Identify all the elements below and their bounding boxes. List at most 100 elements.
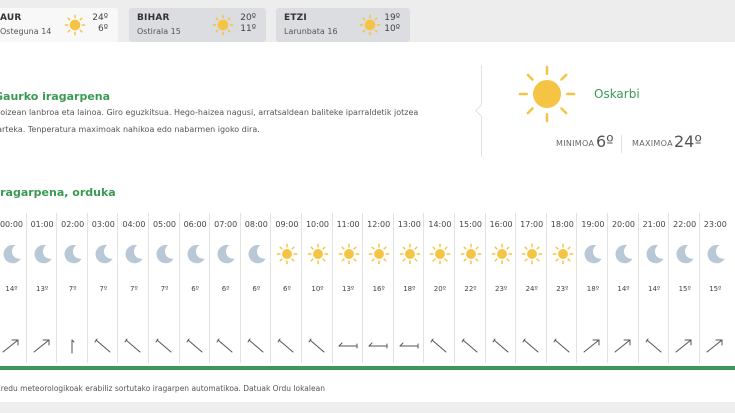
moon-icon bbox=[154, 243, 176, 267]
hour-column: 14:00 20º bbox=[423, 213, 454, 363]
hour-time: 04:00 bbox=[122, 220, 146, 229]
wind-arrow-icon bbox=[367, 338, 389, 354]
wind-arrow-icon bbox=[306, 338, 328, 354]
wind-arrow-icon bbox=[520, 338, 542, 354]
hour-column: 21:00 14º bbox=[637, 213, 669, 363]
wind-arrow-icon bbox=[612, 338, 634, 354]
wind-arrow-icon bbox=[398, 338, 420, 354]
hour-time: 14:00 bbox=[428, 220, 452, 229]
day-tab-min: 11º bbox=[240, 24, 256, 34]
hour-temp: 7º bbox=[68, 285, 77, 293]
moon-icon bbox=[62, 243, 84, 267]
moon-icon bbox=[123, 243, 145, 267]
day-tab-date: Osteguna 14 bbox=[0, 27, 52, 36]
day-tab-name: BIHAR bbox=[137, 13, 170, 23]
sun-icon bbox=[359, 14, 381, 36]
hour-column: 23:00 15º bbox=[698, 213, 730, 363]
hour-temp: 6º bbox=[283, 285, 291, 293]
hour-temp: 14º bbox=[5, 285, 18, 293]
hour-column: 02:00 7º bbox=[56, 213, 87, 363]
day-tab-max: 20º bbox=[240, 13, 256, 23]
hour-temp: 10º bbox=[311, 285, 324, 293]
divider-line bbox=[0, 366, 735, 370]
hour-time: 07:00 bbox=[214, 220, 238, 229]
hour-temp: 23º bbox=[556, 285, 569, 293]
day-tab-name: AUR bbox=[0, 13, 22, 23]
hour-temp: 18º bbox=[403, 285, 416, 293]
divider-caret bbox=[475, 104, 488, 117]
hour-column: 10:00 10º bbox=[301, 213, 332, 363]
wind-arrow-icon bbox=[153, 338, 175, 354]
hour-temp: 6º bbox=[191, 285, 199, 293]
hour-temp: 24º bbox=[525, 285, 538, 293]
wind-arrow-icon bbox=[459, 338, 481, 354]
hour-column: 06:00 6º bbox=[178, 213, 210, 363]
hour-temp: 6º bbox=[252, 285, 261, 293]
hour-temp: 23º bbox=[494, 285, 508, 293]
hour-time: 03:00 bbox=[91, 220, 115, 229]
hour-temp: 22º bbox=[464, 285, 477, 293]
hour-temp: 18º bbox=[586, 285, 599, 293]
moon-icon bbox=[705, 243, 727, 267]
wind-arrow-icon bbox=[490, 338, 512, 354]
hour-column: 03:00 7º bbox=[86, 213, 118, 363]
hour-time: 10:00 bbox=[305, 220, 330, 229]
forecast-title: Gaurko iragarpena bbox=[0, 90, 111, 103]
sun-icon bbox=[518, 65, 576, 123]
sun-icon bbox=[460, 243, 482, 267]
hour-column: 07:00 6º bbox=[209, 213, 240, 363]
day-tab-today[interactable]: AUR Osteguna 14 24º 6º bbox=[0, 8, 118, 42]
hour-temp: 15º bbox=[709, 285, 722, 293]
day-tab-name: ETZI bbox=[284, 13, 307, 23]
hour-column: 20:00 14º bbox=[607, 213, 638, 363]
wind-arrow-icon bbox=[673, 338, 695, 354]
sun-icon bbox=[212, 14, 234, 36]
hour-column: 11:00 13º bbox=[331, 213, 363, 363]
hour-time: 16:00 bbox=[489, 220, 513, 229]
wind-arrow-icon bbox=[214, 338, 236, 354]
hour-temp: 7º bbox=[99, 285, 108, 293]
day-tab-tomorrow[interactable]: BIHAR Ostirala 15 20º 11º bbox=[129, 8, 266, 42]
hour-column: 17:00 24º bbox=[515, 213, 546, 363]
moon-icon bbox=[613, 243, 635, 267]
hour-temp: 7º bbox=[130, 285, 138, 293]
hour-column: 15:00 22º bbox=[454, 213, 485, 363]
hour-time: 06:00 bbox=[183, 220, 207, 229]
wind-arrow-icon bbox=[643, 338, 665, 354]
hour-column: 22:00 15º bbox=[668, 213, 699, 363]
hour-temp: 14º bbox=[647, 285, 661, 293]
wind-arrow-icon bbox=[275, 338, 297, 354]
temp-separator bbox=[621, 135, 622, 153]
sun-icon bbox=[64, 14, 86, 36]
wind-arrow-icon bbox=[337, 338, 359, 354]
hour-time: 01:00 bbox=[30, 220, 54, 229]
moon-icon bbox=[246, 243, 268, 267]
hour-time: 19:00 bbox=[581, 220, 605, 229]
wind-arrow-icon bbox=[704, 338, 726, 354]
wind-arrow-icon bbox=[122, 338, 144, 354]
hour-time: 00:00 bbox=[0, 220, 24, 229]
hour-column: 08:00 6º bbox=[239, 213, 271, 363]
day-tab-day-after[interactable]: ETZI Larunbata 16 19º 10º bbox=[276, 8, 410, 42]
footer-note: Eredu meteorologikoak erabiliz sortutako… bbox=[0, 384, 325, 393]
sun-icon bbox=[491, 243, 513, 267]
hour-temp: 13º bbox=[341, 285, 355, 293]
hour-time: 15:00 bbox=[458, 220, 483, 229]
hour-time: 08:00 bbox=[244, 220, 268, 229]
moon-icon bbox=[582, 243, 604, 267]
day-tab-date: Ostirala 15 bbox=[137, 27, 181, 36]
hour-time: 05:00 bbox=[152, 220, 177, 229]
hour-temp: 6º bbox=[221, 285, 230, 293]
condition-label: Oskarbi bbox=[594, 87, 640, 101]
min-temp-label: MINIMOA bbox=[556, 139, 595, 148]
moon-icon bbox=[674, 243, 696, 267]
min-temp-value: 6º bbox=[596, 132, 614, 151]
hour-temp: 13º bbox=[35, 285, 49, 293]
hour-column: 05:00 7º bbox=[148, 213, 179, 363]
wind-arrow-icon bbox=[581, 338, 603, 354]
hour-time: 09:00 bbox=[275, 220, 299, 229]
hour-time: 11:00 bbox=[336, 220, 360, 229]
sun-icon bbox=[307, 243, 329, 267]
hour-time: 20:00 bbox=[611, 220, 636, 229]
moon-icon bbox=[1, 243, 23, 267]
